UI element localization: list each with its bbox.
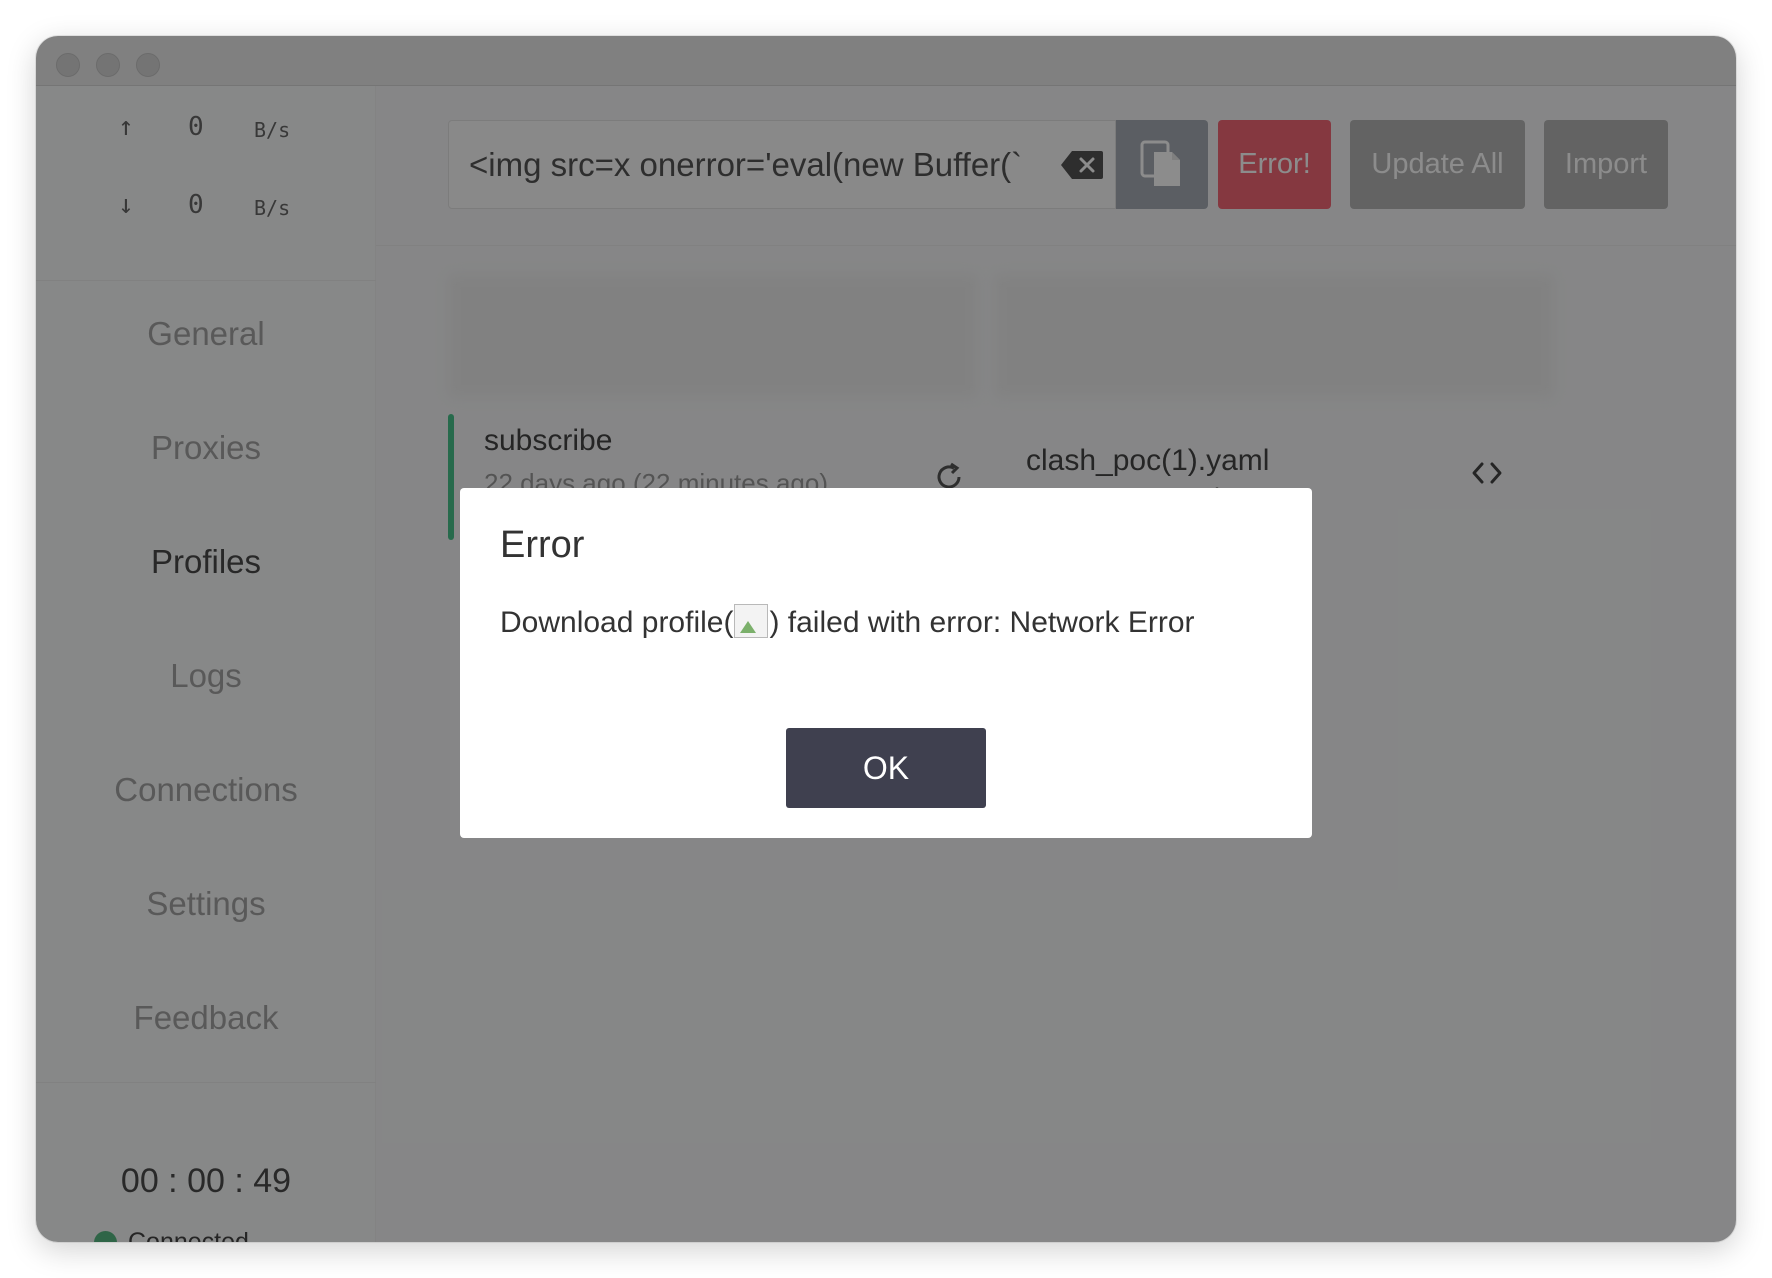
- dialog-title: Error: [500, 524, 585, 566]
- broken-image-icon: [734, 604, 769, 638]
- error-dialog: Error Download profile( ) failed with err…: [460, 488, 1312, 838]
- dialog-message-start: Download profile(: [500, 606, 734, 639]
- ok-button[interactable]: OK: [786, 728, 986, 808]
- dialog-message-end: ) failed with error: Network Error: [769, 606, 1195, 639]
- dialog-message: Download profile( ) failed with error: Ne…: [500, 602, 1260, 644]
